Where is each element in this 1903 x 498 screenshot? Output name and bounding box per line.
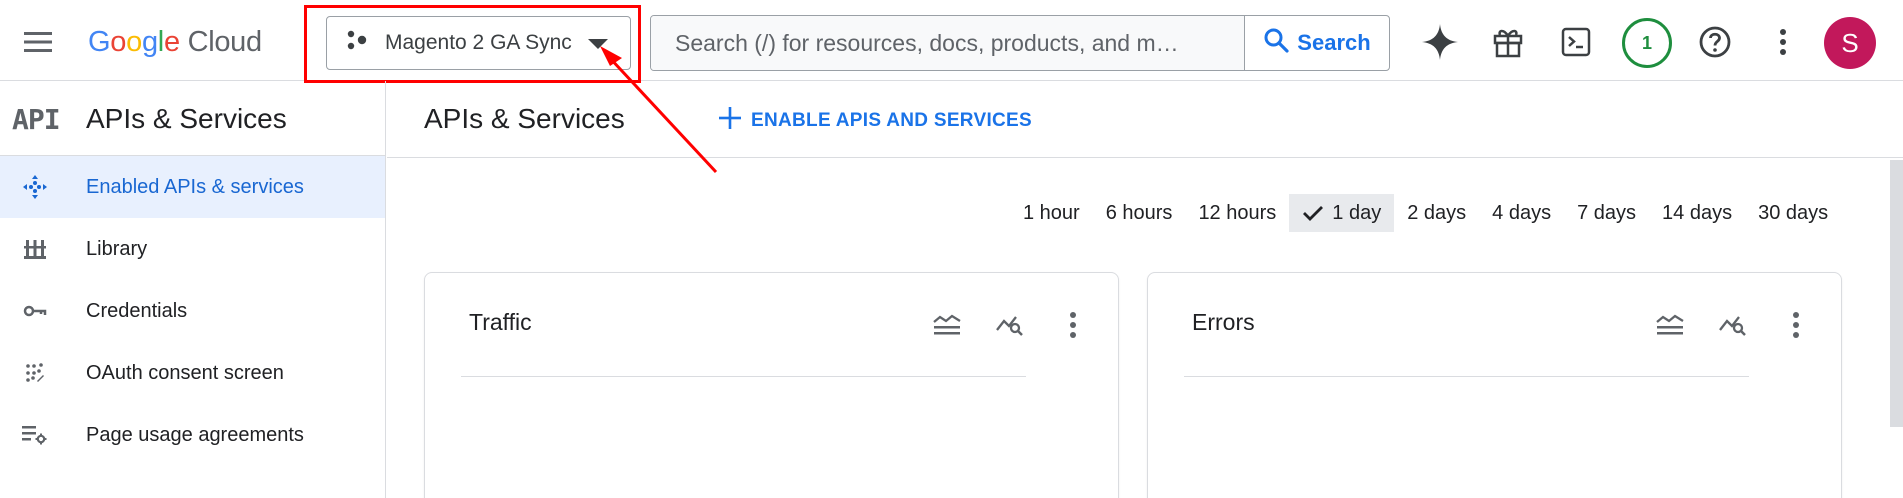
logo-letter: G — [88, 26, 111, 58]
menu-icon[interactable] — [18, 22, 58, 62]
sidebar-header: API APIs & Services — [0, 81, 385, 156]
time-option-label: 4 days — [1492, 201, 1552, 224]
sidebar-item-credentials[interactable]: Credentials — [0, 280, 385, 342]
plus-icon — [719, 107, 741, 135]
sidebar-title: APIs & Services — [86, 103, 287, 134]
project-icon — [345, 29, 369, 58]
cloud-shell-icon[interactable] — [1554, 20, 1598, 64]
time-option-label: 1 day — [1332, 201, 1382, 224]
logo-letter: e — [163, 26, 180, 58]
time-option-4-days[interactable]: 4 days — [1479, 194, 1564, 232]
logo-letter: o — [110, 26, 127, 58]
time-range-selector: 1 hour 6 hours 12 hours 1 day 2 days 4 d… — [1010, 194, 1841, 232]
google-cloud-logo[interactable]: Google Cloud — [88, 26, 262, 59]
gift-icon[interactable] — [1486, 20, 1530, 64]
time-option-1-day[interactable]: 1 day — [1289, 194, 1395, 232]
explore-metrics-icon[interactable] — [1715, 307, 1751, 343]
sidebar-item-label: OAuth consent screen — [86, 361, 284, 384]
legend-toggle-icon[interactable] — [1652, 307, 1688, 343]
sidebar-item-label: Enabled APIs & services — [86, 175, 304, 198]
gemini-icon[interactable] — [1418, 20, 1462, 64]
time-option-label: 2 days — [1407, 201, 1467, 224]
time-option-label: 14 days — [1662, 201, 1733, 224]
settings-list-icon — [20, 420, 50, 450]
diamond-dots-icon — [20, 172, 50, 202]
chevron-down-icon — [588, 39, 608, 49]
legend-toggle-icon[interactable] — [929, 307, 965, 343]
sidebar-item-oauth-consent[interactable]: OAuth consent screen — [0, 342, 385, 404]
more-vert-icon[interactable] — [1761, 20, 1805, 64]
help-icon[interactable] — [1693, 20, 1737, 64]
time-option-label: 12 hours — [1198, 201, 1277, 224]
errors-card: Errors — [1147, 272, 1842, 498]
time-option-12-hours[interactable]: 12 hours — [1185, 194, 1289, 232]
time-option-2-days[interactable]: 2 days — [1394, 194, 1479, 232]
sidebar-item-page-usage[interactable]: Page usage agreements — [0, 404, 385, 466]
more-vert-icon[interactable] — [1055, 307, 1091, 343]
dotted-grid-icon — [20, 358, 50, 388]
time-option-label: 7 days — [1577, 201, 1637, 224]
time-option-7-days[interactable]: 7 days — [1564, 194, 1649, 232]
sidebar-item-label: Library — [86, 237, 148, 260]
logo-cloud-text: Cloud — [187, 26, 263, 58]
time-option-label: 6 hours — [1105, 201, 1173, 224]
explore-metrics-icon[interactable] — [992, 307, 1028, 343]
time-option-6-hours[interactable]: 6 hours — [1093, 194, 1186, 232]
card-divider — [1184, 376, 1749, 377]
time-option-1-hour[interactable]: 1 hour — [1010, 194, 1093, 232]
search-input[interactable] — [651, 16, 1244, 70]
time-option-14-days[interactable]: 14 days — [1649, 194, 1745, 232]
notification-count: 1 — [1641, 32, 1652, 53]
project-name: Magento 2 GA Sync — [385, 31, 572, 54]
check-icon — [1302, 204, 1324, 222]
time-option-label: 30 days — [1758, 201, 1829, 224]
main-header: APIs & Services ENABLE APIS AND SERVICES — [387, 81, 1903, 158]
sidebar: API APIs & Services Enabled APIs & servi… — [0, 81, 386, 498]
sidebar-item-label: Page usage agreements — [86, 423, 304, 446]
logo-letter: o — [126, 26, 142, 58]
more-vert-icon[interactable] — [1778, 307, 1814, 343]
sidebar-item-library[interactable]: Library — [0, 218, 385, 280]
sidebar-item-label: Credentials — [86, 299, 188, 322]
enable-apis-label: ENABLE APIS AND SERVICES — [751, 110, 1032, 131]
avatar-initial: S — [1841, 27, 1859, 58]
search-button[interactable]: Search — [1244, 16, 1389, 70]
scrollbar[interactable] — [1890, 160, 1903, 427]
time-option-30-days[interactable]: 30 days — [1745, 194, 1841, 232]
card-title: Traffic — [469, 309, 532, 335]
notifications-badge[interactable]: 1 — [1622, 18, 1672, 68]
card-divider — [461, 376, 1026, 377]
page-title: APIs & Services — [424, 103, 625, 134]
api-badge-icon: API — [12, 103, 61, 136]
enable-apis-button[interactable]: ENABLE APIS AND SERVICES — [719, 101, 1032, 141]
logo-letter: g — [141, 26, 158, 58]
card-title: Errors — [1192, 309, 1255, 335]
search-button-label: Search — [1297, 30, 1371, 55]
time-option-label: 1 hour — [1023, 201, 1080, 224]
avatar[interactable]: S — [1824, 17, 1876, 69]
sidebar-item-enabled-apis[interactable]: Enabled APIs & services — [0, 156, 385, 218]
traffic-card: Traffic — [424, 272, 1119, 498]
project-picker[interactable]: Magento 2 GA Sync — [326, 16, 631, 70]
library-icon — [20, 234, 50, 264]
search-icon — [1263, 27, 1289, 59]
top-bar: Google Cloud Magento 2 GA Sync Search 1 — [0, 0, 1903, 81]
search-bar: Search — [650, 15, 1390, 71]
key-icon — [20, 296, 50, 326]
